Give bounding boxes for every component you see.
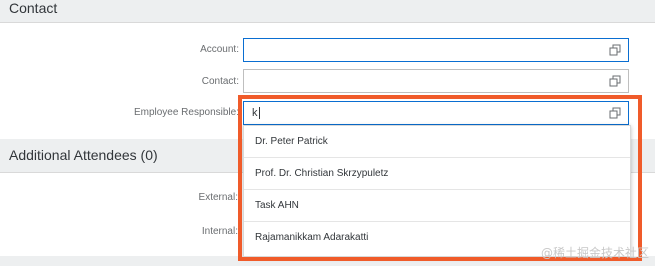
account-label: Account: bbox=[200, 44, 239, 55]
suggestion-list: Dr. Peter Patrick Prof. Dr. Christian Sk… bbox=[243, 125, 631, 257]
watermark: @稀土掘金技术社区 bbox=[540, 246, 649, 260]
contact-label: Contact: bbox=[201, 76, 239, 87]
employee-responsible-input[interactable]: k bbox=[243, 101, 629, 125]
value-help-icon[interactable] bbox=[609, 75, 621, 87]
suggestion-item[interactable]: Task AHN bbox=[244, 190, 630, 222]
contact-section-header: Contact bbox=[0, 0, 655, 23]
suggestion-item[interactable]: Prof. Dr. Christian Skrzypuletz bbox=[244, 158, 630, 190]
attendees-section-title: Additional Attendees (0) bbox=[9, 147, 158, 163]
value-help-icon[interactable] bbox=[609, 107, 621, 119]
contact-section-title: Contact bbox=[9, 0, 58, 16]
text-caret bbox=[258, 107, 260, 120]
internal-label: Internal: bbox=[201, 226, 238, 237]
suggestion-item[interactable]: Dr. Peter Patrick bbox=[244, 126, 630, 158]
external-label: External: bbox=[198, 192, 238, 203]
account-input[interactable] bbox=[243, 38, 629, 62]
contact-input[interactable] bbox=[243, 69, 629, 93]
employee-responsible-label: Employee Responsible: bbox=[133, 107, 239, 118]
employee-responsible-value: k bbox=[252, 107, 258, 119]
value-help-icon[interactable] bbox=[609, 44, 621, 56]
